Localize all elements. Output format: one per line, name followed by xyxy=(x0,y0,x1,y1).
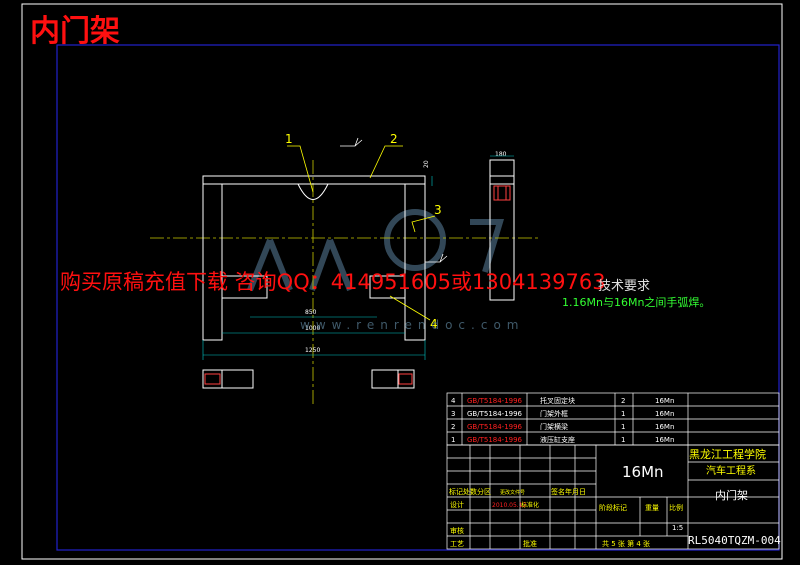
technical-requirements-heading: 技术要求 xyxy=(598,279,651,294)
dim-850: 850 xyxy=(305,309,317,316)
download-ad-text: 购买原稿充值下载 咨询QQ：414951605或1304139763 xyxy=(60,270,606,294)
bom-row-material: 16Mn xyxy=(655,423,674,431)
bom-row-name: 门架横梁 xyxy=(540,422,568,431)
tb-label-revision: 标记处数分区 xyxy=(449,487,491,496)
bom-row-name: 液压缸支座 xyxy=(540,435,575,444)
bom-row-no: 2 xyxy=(451,423,455,431)
right-upright xyxy=(404,184,426,341)
tb-material: 16Mn xyxy=(622,463,664,481)
bom-row-qty: 2 xyxy=(621,397,625,405)
weld-symbols xyxy=(340,137,448,263)
callout-3: 3 xyxy=(434,203,442,217)
dim-1250: 1250 xyxy=(305,347,320,354)
tb-sheets: 共 5 张 第 4 张 xyxy=(602,539,650,548)
bom-row-no: 1 xyxy=(451,436,455,444)
bom-row-material: 16Mn xyxy=(655,436,674,444)
bom-row-no: 4 xyxy=(451,397,456,405)
bom-row-material: 16Mn xyxy=(655,410,674,418)
tb-drawing-no: RL5040TQZM-004 xyxy=(688,534,781,547)
watermark-url: www.renrendoc.com xyxy=(300,318,525,332)
callout-2: 2 xyxy=(390,132,398,146)
bom-row-code: GB/T5184-1996 xyxy=(467,423,523,431)
dim-180: 180 xyxy=(495,151,507,158)
tb-drawing-name: 内门架 xyxy=(715,488,748,502)
top-beam xyxy=(202,175,426,185)
tb-label-process: 工艺 xyxy=(450,540,464,548)
bom-row-material: 16Mn xyxy=(655,397,674,405)
bom-row-name: 托叉固定块 xyxy=(540,396,575,405)
tb-label-signature: 签名年月日 xyxy=(551,487,586,496)
bom-row-no: 3 xyxy=(451,410,455,418)
tb-label-checker: 审核 xyxy=(450,526,464,535)
tb-label-weight: 重量 xyxy=(645,504,659,512)
callout-1: 1 xyxy=(285,132,293,146)
tb-label-designer: 设计 xyxy=(450,500,464,509)
bom-rows: 4 GB/T5184-1996 托叉固定块 2 16Mn 3 GB/T5184-… xyxy=(451,396,674,444)
left-upright xyxy=(202,184,223,341)
tb-school: 黑龙江工程学院 xyxy=(689,447,766,461)
bom-row-qty: 1 xyxy=(621,436,625,444)
tb-label-ratio: 比例 xyxy=(669,503,683,512)
tb-department: 汽车工程系 xyxy=(706,464,756,477)
tb-label-approve: 批准 xyxy=(523,539,537,548)
bottom-views xyxy=(202,369,415,389)
dim-20: 20 xyxy=(423,160,430,168)
technical-requirements-note: 1.16Mn与16Mn之间手弧焊。 xyxy=(562,296,711,309)
drawing-title: 内门架 xyxy=(30,14,120,49)
bom-row-code: GB/T5184-1996 xyxy=(467,410,523,418)
bom-row-qty: 1 xyxy=(621,423,625,431)
bom-row-name: 门架外框 xyxy=(540,409,568,418)
tb-label-stage: 阶段标记 xyxy=(599,503,627,512)
bom-row-code: GB/T5184-1996 xyxy=(467,436,523,444)
bom-row-qty: 1 xyxy=(621,410,625,418)
bom-row-code: GB/T5184-1996 xyxy=(467,397,523,405)
tb-scale: 1:5 xyxy=(672,524,683,532)
tb-label-change-doc: 更改文件号 xyxy=(500,489,525,496)
tb-label-standardization: 标准化 xyxy=(521,501,539,509)
